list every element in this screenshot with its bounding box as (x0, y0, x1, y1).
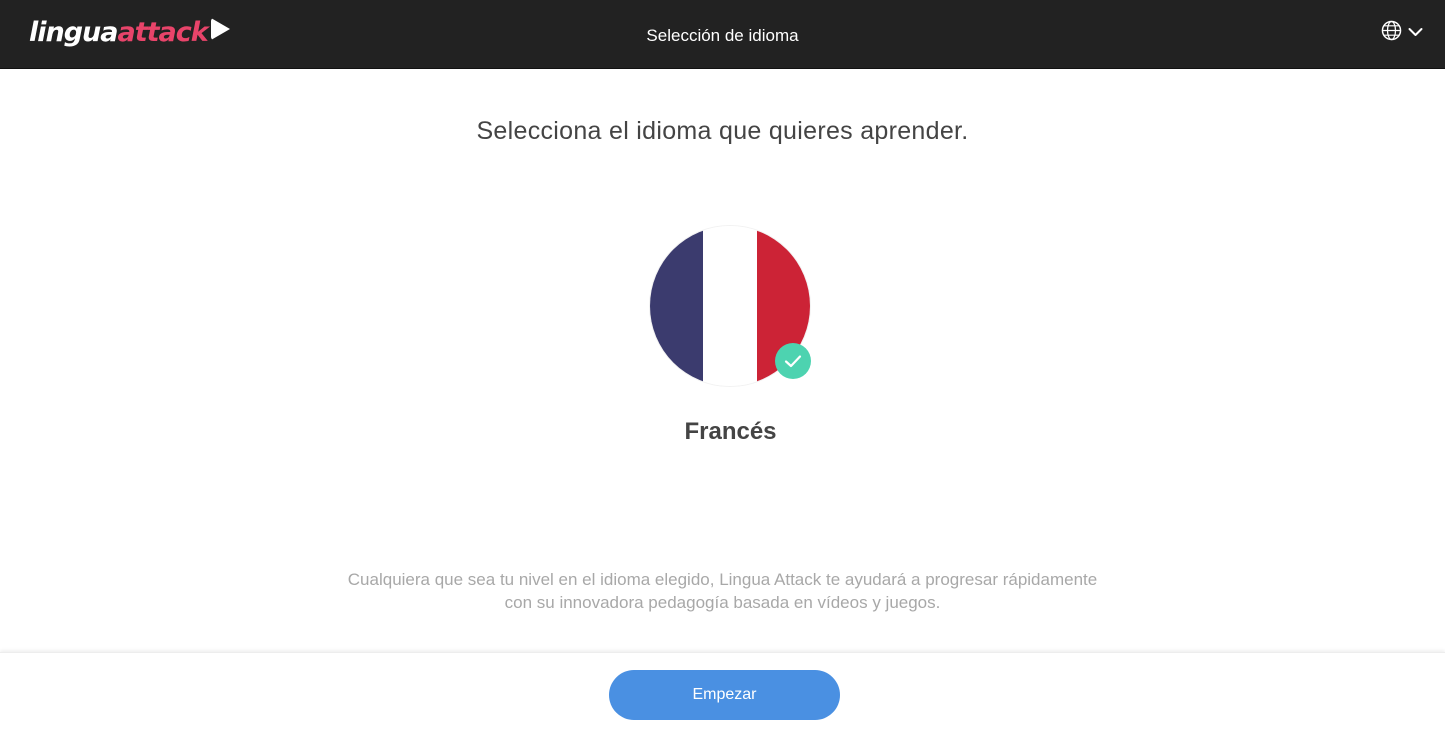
flag-stripe-white (703, 226, 757, 386)
description-text: Cualquiera que sea tu nivel en el idioma… (0, 568, 1445, 614)
globe-icon (1381, 20, 1402, 46)
description-line-2: con su innovadora pedagogía basada en ví… (504, 593, 941, 612)
language-name: Francés (684, 418, 777, 445)
footer-bar: Empezar (0, 652, 1445, 732)
flag-stripe-blue (650, 226, 704, 386)
top-bar: lingua attack Selección de idioma (0, 0, 1445, 69)
language-option-french[interactable] (650, 226, 812, 388)
page-title: Selección de idioma (646, 26, 799, 45)
start-button[interactable]: Empezar (609, 670, 840, 720)
page-heading: Selecciona el idioma que quieres aprende… (476, 117, 969, 145)
description-line-1: Cualquiera que sea tu nivel en el idioma… (347, 570, 1098, 589)
interface-language-menu[interactable] (1381, 20, 1423, 46)
chevron-down-icon (1408, 24, 1423, 42)
selected-check-icon (775, 343, 811, 379)
